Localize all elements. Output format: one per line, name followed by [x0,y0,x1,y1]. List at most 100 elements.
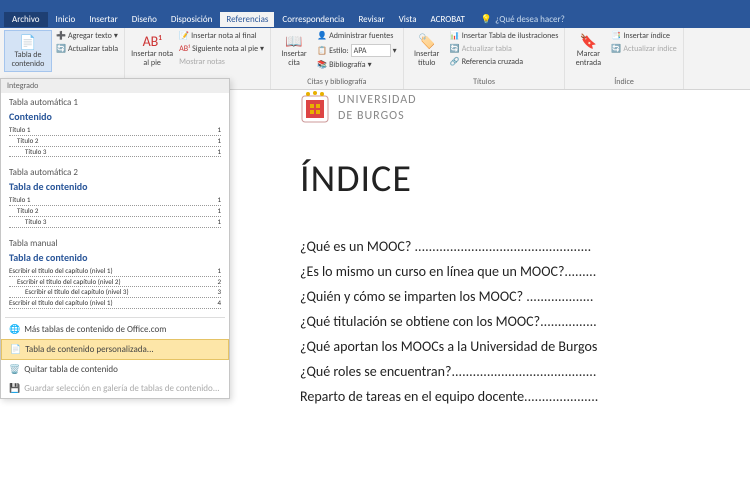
toc-preview-line: Escribir el título del capítulo (nivel 2… [9,277,221,288]
toc-option-auto1[interactable]: Tabla automática 1 [1,93,229,108]
cross-reference-button[interactable]: 🔗Referencia cruzada [448,56,561,68]
toc-preview-auto1[interactable]: Contenido Título 11Título 21Título 31 [1,108,229,163]
toc-preview-auto2[interactable]: Tabla de contenido Título 11Título 21Tít… [1,178,229,233]
mark-entry-button[interactable]: 🔖 Marcar entrada [569,30,607,70]
remove-toc[interactable]: 🗑️Quitar tabla de contenido [1,360,229,379]
endnote-icon: 📝 [179,31,189,41]
toc-preview-manual[interactable]: Tabla de contenido Escribir el título de… [1,249,229,315]
refresh-icon: 🔄 [611,44,621,54]
bibliography-button[interactable]: 📚Bibliografía▾ [315,59,399,71]
tab-referencias[interactable]: Referencias [220,12,274,27]
university-crest-icon [300,90,330,128]
group-index-label: Índice [569,77,678,87]
toc-option-manual[interactable]: Tabla manual [1,234,229,249]
manage-sources-button[interactable]: 👤Administrar fuentes [315,30,399,42]
university-name: UNIVERSIDAD DE BURGOS [338,93,417,124]
group-citations-label: Citas y bibliografía [275,77,399,87]
index-icon: 📑 [611,31,621,41]
toc-button-label: Tabla de contenido [7,51,49,69]
toc-entry: ¿Qué aportan los MOOCs a la Universidad … [300,338,740,355]
dropdown-header-integrated: Integrado [1,79,229,93]
tab-diseno[interactable]: Diseño [126,12,163,27]
save-icon: 💾 [9,383,20,394]
toc-icon: 📄 [19,33,37,51]
group-citations: 📖 Insertar cita 👤Administrar fuentes 📋Es… [271,28,404,89]
toc-preview-line: Título 21 [9,136,221,147]
group-captions: 🏷️ Insertar título 📊Insertar Tabla de il… [404,28,566,89]
toc-button[interactable]: 📄 Tabla de contenido [4,30,52,72]
group-index: 🔖 Marcar entrada 📑Insertar índice 🔄Actua… [565,28,683,89]
toc-entry: ¿Qué es un MOOC? .......................… [300,238,740,255]
footnote-icon: AB¹ [143,32,161,50]
toc-entry: ¿Quién y cómo se imparten los MOOC? ....… [300,288,740,305]
mark-icon: 🔖 [579,32,597,50]
toc-preview-line: Título 11 [9,195,221,206]
tab-file[interactable]: Archivo [4,12,48,27]
document-title: ÍNDICE [300,156,740,202]
toc-entry: ¿Qué titulación se obtiene con los MOOC?… [300,313,740,330]
update-illus-button[interactable]: 🔄Actualizar tabla [448,43,561,55]
tab-acrobat[interactable]: ACROBAT [425,12,471,27]
update-index-button[interactable]: 🔄Actualizar índice [609,43,678,55]
lightbulb-icon: 💡 [481,14,492,25]
toc-entry: Reparto de tareas en el equipo docente..… [300,388,740,405]
insert-caption-label: Insertar título [410,50,444,68]
next-footnote-button[interactable]: AB¹Siguiente nota al pie▾ [177,43,266,55]
custom-icon: 📄 [10,344,21,355]
mark-entry-label: Marcar entrada [571,50,605,68]
update-toc-button[interactable]: 🔄Actualizar tabla [54,43,120,55]
save-toc-gallery: 💾Guardar selección en galería de tablas … [1,379,229,398]
tab-vista[interactable]: Vista [393,12,423,27]
add-text-icon: ➕ [56,31,66,41]
toc-preview-line: Escribir el título del capítulo (nivel 1… [9,266,221,277]
university-header: UNIVERSIDAD DE BURGOS [300,90,740,128]
custom-toc[interactable]: 📄Tabla de contenido personalizada... [1,339,229,360]
citation-icon: 📖 [285,32,303,50]
tab-correspondencia[interactable]: Correspondencia [276,12,350,27]
insert-endnote-button[interactable]: 📝Insertar nota al final [177,30,266,42]
caption-icon: 🏷️ [418,32,436,50]
remove-icon: 🗑️ [9,364,20,375]
toc-preview-line: Título 31 [9,147,221,158]
toc-preview-line: Título 21 [9,206,221,217]
toc-entry: ¿Qué roles se encuentran?...............… [300,363,740,380]
insert-index-button[interactable]: 📑Insertar índice [609,30,678,42]
tab-inicio[interactable]: Inicio [50,12,82,27]
toc-option-auto2[interactable]: Tabla automática 2 [1,163,229,178]
insert-footnote-label: Insertar nota al pie [131,50,173,68]
insert-footnote-button[interactable]: AB¹ Insertar nota al pie [129,30,175,70]
toc-entry: ¿Es lo mismo un curso en línea que un MO… [300,263,740,280]
menu-bar: Archivo Inicio Insertar Diseño Disposici… [0,10,750,28]
biblio-icon: 📚 [317,60,327,70]
insert-caption-button[interactable]: 🏷️ Insertar título [408,30,446,70]
group-captions-label: Títulos [408,77,561,87]
citation-style-dropdown[interactable]: 📋Estilo: APA▾ [315,43,399,58]
sources-icon: 👤 [317,31,327,41]
toc-dropdown-panel: Integrado Tabla automática 1 Contenido T… [0,78,230,399]
illus-icon: 📊 [450,31,460,41]
refresh-icon: 🔄 [450,44,460,54]
title-bar [0,0,750,10]
next-footnote-icon: AB¹ [179,44,190,54]
document-toc: ¿Qué es un MOOC? .......................… [300,238,740,405]
insert-citation-button[interactable]: 📖 Insertar cita [275,30,313,70]
office-icon: 🌐 [9,324,20,335]
show-notes-button[interactable]: Mostrar notas [177,56,266,68]
tell-me-search[interactable]: 💡 ¿Qué desea hacer? [481,14,565,25]
crossref-icon: 🔗 [450,57,460,67]
tab-disposicion[interactable]: Disposición [165,12,219,27]
tab-insertar[interactable]: Insertar [83,12,124,27]
toc-preview-line: Escribir el título del capítulo (nivel 3… [9,287,221,298]
insert-citation-label: Insertar cita [277,50,311,68]
refresh-icon: 🔄 [56,44,66,54]
toc-preview-line: Título 11 [9,125,221,136]
style-icon: 📋 [317,46,327,56]
add-text-button[interactable]: ➕Agregar texto▾ [54,30,120,42]
more-toc-office[interactable]: 🌐Más tablas de contenido de Office.com [1,320,229,339]
tab-revisar[interactable]: Revisar [352,12,390,27]
document-canvas[interactable]: UNIVERSIDAD DE BURGOS ÍNDICE ¿Qué es un … [300,90,740,500]
tell-me-label: ¿Qué desea hacer? [495,14,565,25]
toc-preview-line: Título 31 [9,217,221,228]
toc-preview-line: Escribir el título del capítulo (nivel 1… [9,298,221,309]
insert-illustrations-button[interactable]: 📊Insertar Tabla de ilustraciones [448,30,561,42]
